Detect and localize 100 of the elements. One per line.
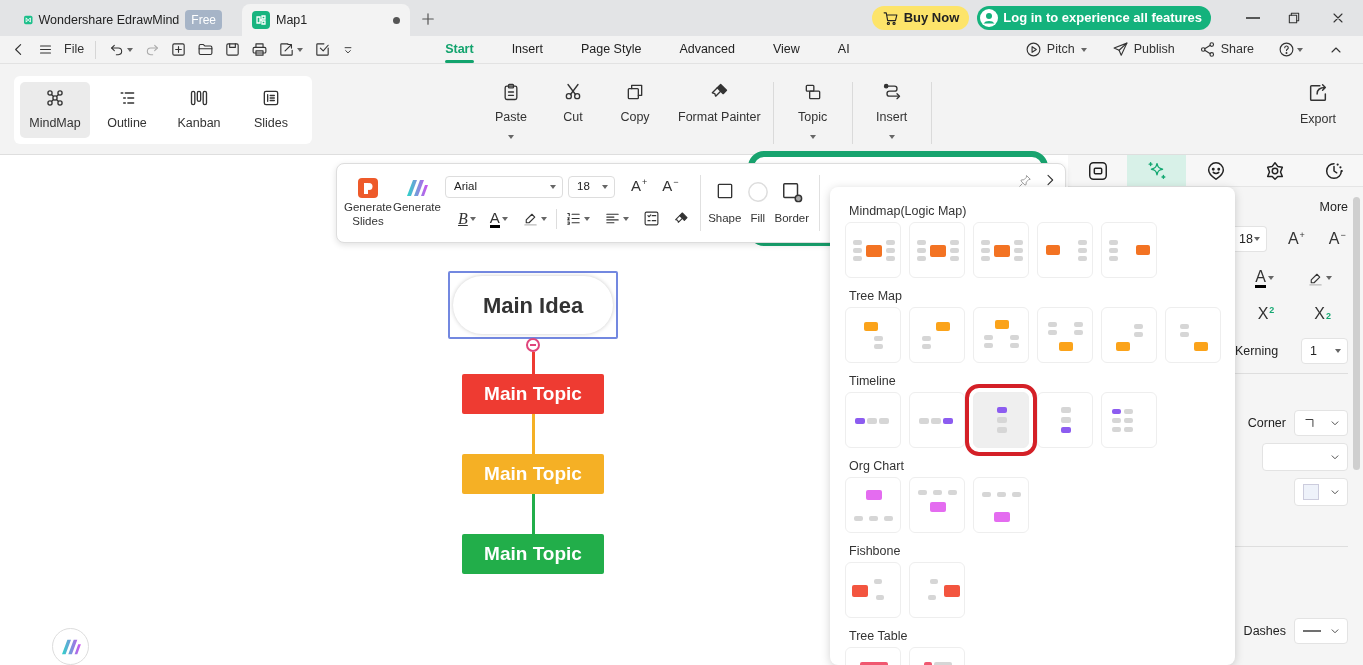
folder-icon xyxy=(197,41,215,58)
copy-icon xyxy=(625,82,645,102)
connector-line xyxy=(531,494,535,534)
layout-preview-icon xyxy=(854,490,893,521)
dash-style-select[interactable] xyxy=(1294,618,1348,644)
field-label: Dashes xyxy=(1243,622,1286,640)
font-size-select[interactable]: 18 xyxy=(1235,226,1267,252)
caret-icon xyxy=(1334,347,1342,355)
color-select[interactable] xyxy=(1294,478,1348,506)
connector-line xyxy=(531,352,535,374)
menu-tab[interactable]: AI xyxy=(818,35,869,64)
grow-font-button[interactable]: A$^{+}$ xyxy=(626,175,653,198)
fill-button[interactable]: Fill xyxy=(742,180,773,226)
numbered-list-icon xyxy=(564,210,582,228)
layout-option[interactable] xyxy=(1101,222,1157,278)
shape-button[interactable]: Shape xyxy=(706,180,743,226)
border-icon xyxy=(780,180,803,203)
caret-icon xyxy=(1267,274,1275,282)
layout-preview-icon xyxy=(997,407,1007,433)
ribbon-button[interactable]: Insert xyxy=(860,82,923,144)
layout-preview-icon xyxy=(917,240,959,261)
collapse-button[interactable] xyxy=(526,338,540,352)
layout-option[interactable] xyxy=(909,477,965,533)
grow-font-button[interactable]: A$^{+}$ xyxy=(1282,227,1310,251)
caret-icon xyxy=(468,214,477,223)
export-button[interactable]: Export xyxy=(1287,82,1349,144)
ribbon-button[interactable]: Paste xyxy=(480,82,542,144)
minimize-icon xyxy=(1246,17,1260,19)
font-size-select[interactable]: 18 xyxy=(568,175,615,198)
view-mode-button[interactable]: Slides xyxy=(236,82,306,138)
section-title: Timeline xyxy=(849,374,897,389)
layout-option[interactable] xyxy=(1037,307,1093,363)
font-color-button[interactable]: A xyxy=(484,209,514,228)
kerning-select[interactable]: 1 xyxy=(1301,338,1348,364)
layout-preview-icon xyxy=(928,579,960,600)
play-icon xyxy=(1024,41,1042,58)
layout-option[interactable] xyxy=(1037,222,1093,278)
plan-badge: Free xyxy=(185,10,222,30)
caret-icon xyxy=(126,45,135,54)
caret-icon xyxy=(621,214,630,223)
layout-preview-icon xyxy=(984,320,1019,348)
layout-option[interactable] xyxy=(973,222,1029,278)
view-mode-button[interactable]: Outline xyxy=(92,82,162,138)
layout-preview-icon xyxy=(855,418,889,424)
topic[interactable]: Main Topic xyxy=(462,374,604,414)
layout-option[interactable] xyxy=(973,307,1029,363)
new-file-icon xyxy=(170,41,188,58)
ai-assistant-button[interactable] xyxy=(52,628,89,665)
ribbon-button[interactable]: Topic xyxy=(781,82,844,144)
layout-option[interactable] xyxy=(909,222,965,278)
save-icon xyxy=(224,41,242,58)
view-mode-button[interactable]: MindMap xyxy=(20,82,90,138)
font-color-button[interactable]: A xyxy=(1250,268,1280,288)
layout-option[interactable] xyxy=(1165,307,1221,363)
caret-icon xyxy=(582,214,591,223)
toolbar-button[interactable]: Publish xyxy=(1106,40,1180,59)
layout-option[interactable] xyxy=(1101,307,1157,363)
menu-tab[interactable]: Advanced xyxy=(660,35,754,64)
mind-map-icon xyxy=(45,87,65,108)
buy-now-button[interactable]: Buy Now xyxy=(871,6,970,30)
line-style-icon xyxy=(1303,630,1321,632)
ribbon-button[interactable]: Cut xyxy=(542,82,604,144)
section-title: Mindmap(Logic Map) xyxy=(849,204,968,219)
scrollbar[interactable] xyxy=(1353,197,1360,470)
shrink-font-button[interactable]: A$^{−}$ xyxy=(657,175,684,198)
generate-slides-button[interactable]: Generate Slides xyxy=(343,178,393,228)
bold-button[interactable]: B xyxy=(453,206,482,231)
menu-tab[interactable]: View xyxy=(754,35,819,64)
caret-icon xyxy=(549,182,557,191)
toolbar-button[interactable]: Share xyxy=(1193,40,1259,59)
shrink-font-button[interactable]: A$^{−}$ xyxy=(1323,227,1351,251)
layout-option[interactable] xyxy=(909,562,965,618)
border-button[interactable]: Border xyxy=(772,180,811,226)
window-tab[interactable]: Map1 xyxy=(242,4,410,36)
layout-option[interactable] xyxy=(973,477,1029,533)
more-link[interactable]: More xyxy=(1235,198,1348,218)
section-title: Tree Map xyxy=(849,289,904,304)
toolbar-button[interactable]: Pitch xyxy=(1019,40,1093,59)
layout-option[interactable] xyxy=(845,562,901,618)
ribbon-button[interactable]: Format Painter xyxy=(674,82,765,144)
layout-option[interactable] xyxy=(909,307,965,363)
file-menu[interactable]: File xyxy=(59,40,90,59)
corner-icon xyxy=(1303,416,1317,430)
view-mode-button[interactable]: Kanban xyxy=(164,82,234,138)
cart-icon xyxy=(881,9,899,27)
layout-option[interactable] xyxy=(845,477,901,533)
layout-option[interactable] xyxy=(845,222,901,278)
menu-tab[interactable]: Insert xyxy=(492,35,562,64)
menu-tab[interactable]: Page Style xyxy=(561,35,661,64)
layout-option[interactable] xyxy=(845,307,901,363)
window-tab[interactable]: Wondershare EdrawMind Free xyxy=(14,4,232,36)
layout-preview-icon xyxy=(1109,240,1150,261)
corner-select[interactable] xyxy=(1294,410,1348,436)
font-select[interactable]: Arial xyxy=(445,175,563,198)
ribbon-button[interactable]: Copy xyxy=(604,82,666,144)
help-icon xyxy=(1278,41,1295,58)
generate-button[interactable]: Generate xyxy=(393,177,441,215)
superscript-button[interactable]: X$^{2}$ xyxy=(1252,302,1280,326)
connector-line xyxy=(531,414,535,454)
printer-icon xyxy=(251,41,269,58)
